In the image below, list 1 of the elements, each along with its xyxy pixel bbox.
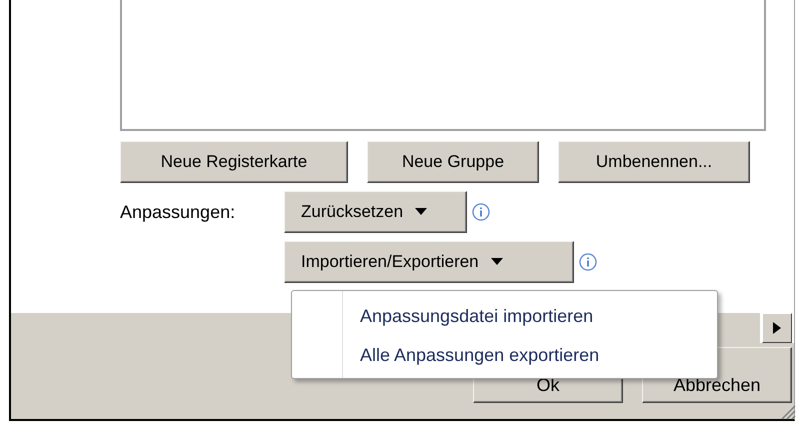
customizations-label: Anpassungen: — [120, 200, 236, 224]
